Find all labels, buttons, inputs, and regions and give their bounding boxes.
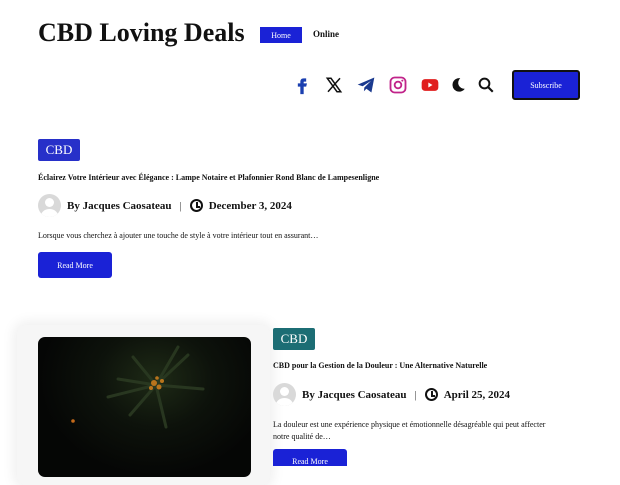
clock-icon (189, 199, 203, 212)
nav-item-online[interactable]: Online (313, 29, 339, 39)
post-meta: By Jacques Caosateau | December 3, 2024 (38, 194, 292, 217)
read-more-button[interactable]: Read More (38, 252, 112, 278)
search-icon[interactable] (475, 74, 497, 96)
post-excerpt: La douleur est une expérience physique e… (273, 419, 545, 443)
x-icon[interactable] (323, 74, 345, 96)
nav-item-home[interactable]: Home (260, 27, 302, 43)
post-excerpt: Lorsque vous cherchez à ajouter une touc… (38, 231, 319, 240)
post-date: April 25, 2024 (443, 388, 511, 401)
post-title[interactable]: Éclairez Votre Intérieur avec Élégance :… (38, 173, 379, 182)
subscribe-button[interactable]: Subscribe (512, 70, 580, 100)
moon-icon[interactable] (447, 74, 469, 96)
post-excerpt-line: notre qualité de… (273, 432, 331, 441)
post-date: December 3, 2024 (208, 199, 292, 212)
facebook-icon[interactable] (291, 74, 313, 96)
instagram-icon[interactable] (387, 74, 409, 96)
avatar[interactable] (273, 383, 296, 406)
telegram-icon[interactable] (355, 74, 377, 96)
meta-divider: | (179, 199, 182, 212)
post-thumbnail[interactable] (38, 337, 251, 477)
read-more-button[interactable]: Read More (273, 449, 347, 466)
youtube-icon[interactable] (419, 74, 441, 96)
site-title[interactable]: CBD Loving Deals (38, 18, 245, 48)
post-meta: By Jacques Caosateau | April 25, 2024 (273, 383, 510, 406)
category-badge[interactable]: CBD (273, 328, 315, 350)
category-badge[interactable]: CBD (38, 139, 80, 161)
post-author[interactable]: By Jacques Caosateau (302, 389, 407, 401)
meta-divider: | (414, 388, 417, 401)
avatar[interactable] (38, 194, 61, 217)
post-excerpt-line: La douleur est une expérience physique e… (273, 420, 546, 429)
clock-icon (424, 388, 438, 401)
post-title[interactable]: CBD pour la Gestion de la Douleur : Une … (273, 361, 487, 370)
post-author[interactable]: By Jacques Caosateau (67, 200, 172, 212)
